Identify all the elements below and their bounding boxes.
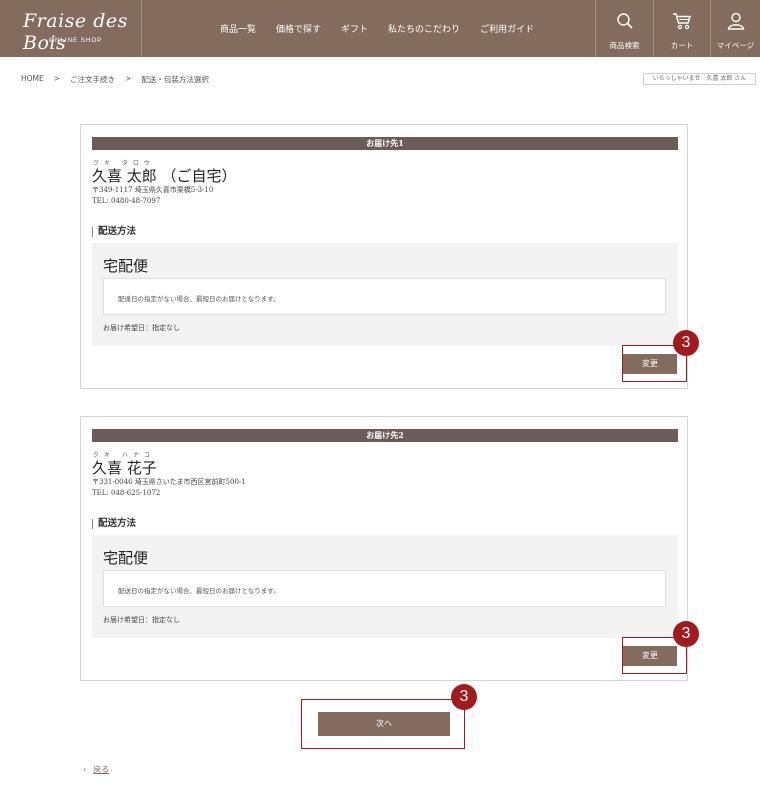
nav-item-guide[interactable]: ご利用ガイド [480,22,534,35]
back-label: 戻る [93,765,110,774]
breadcrumb: HOME > ご注文手続き > 配送・包装方法選択 [21,74,209,85]
annotation-badge: 3 [673,330,699,356]
site-header: Fraise des Bois ONLINE SHOP 商品一覧 価格で探す ギ… [0,0,760,57]
desired-date: お届け希望日：指定なし [103,616,180,624]
annotation-badge: 3 [673,621,699,647]
logo-sub-text: ONLINE SHOP [49,37,103,44]
delivery-heading: お届け先1 [92,137,678,150]
recipient-address: 〒331-0046 埼玉県さいたま市西区宮前町500-1 [92,478,246,486]
cart-label: カート [670,41,694,50]
delivery-heading: お届け先2 [92,429,678,442]
search-icon [616,13,633,29]
shipping-method-name: 宅配便 [103,257,149,275]
nav-item-gift[interactable]: ギフト [341,22,368,35]
mypage-button[interactable]: マイページ [710,0,760,57]
shipping-note: 配達日の指定がない場合、最短日のお届けとなります。 [103,278,666,315]
shipping-note: 配送日の指定がない場合、最短日のお届けとなります。 [103,570,666,607]
breadcrumb-checkout[interactable]: ご注文手続き [70,74,115,85]
shipping-section-title: 配送方法 [92,227,136,237]
recipient-address: 〒349-1117 埼玉県久喜市栗橋5-3-10 [92,186,214,194]
annotation-badge: 3 [451,684,477,710]
desired-date: お届け希望日：指定なし [103,324,180,332]
delivery-panel-1: お届け先1 クキ タロウ 久喜 太郎 （ご自宅） 〒349-1117 埼玉県久喜… [80,124,688,389]
search-label: 商品検索 [609,41,640,50]
user-icon [727,12,744,30]
shipping-section-title: 配送方法 [92,519,136,529]
next-button[interactable]: 次へ [318,712,450,736]
shipping-method-box: 宅配便 配達日の指定がない場合、最短日のお届けとなります。 お届け希望日：指定な… [92,243,678,346]
breadcrumb-separator: > [53,74,61,83]
shipping-method-name: 宅配便 [103,549,149,567]
search-button[interactable]: 商品検索 [595,0,653,57]
recipient-tel: TEL: 048-625-1072 [92,489,161,497]
breadcrumb-current: 配送・包装方法選択 [141,75,209,84]
back-link[interactable]: ‹ 戻る [83,764,109,775]
mypage-label: マイページ [716,41,755,50]
breadcrumb-separator: > [125,74,132,83]
global-nav: 商品一覧 価格で探す ギフト 私たちのこだわり ご利用ガイド [220,22,534,35]
cart-icon [673,13,691,30]
nav-item-products[interactable]: 商品一覧 [220,22,256,35]
nav-item-price[interactable]: 価格で探す [276,22,321,35]
recipient-name: 久喜 花子 [92,459,157,477]
recipient-tel: TEL: 0480-48-7097 [92,197,161,205]
breadcrumb-home[interactable]: HOME [21,74,44,85]
logo-main-text: Fraise des Bois [23,10,128,54]
cart-button[interactable]: カート [653,0,710,57]
greeting-badge: いらっしゃいませ 久喜 太郎 さん [643,73,756,85]
recipient-name: 久喜 太郎 （ご自宅） [92,167,237,185]
nav-item-commitment[interactable]: 私たちのこだわり [388,22,460,35]
chevron-left-icon: ‹ [83,765,87,774]
shipping-method-box: 宅配便 配送日の指定がない場合、最短日のお届けとなります。 お届け希望日：指定な… [92,535,678,638]
site-logo[interactable]: Fraise des Bois ONLINE SHOP [0,0,142,57]
delivery-panel-2: お届け先2 クキ ハナコ 久喜 花子 〒331-0046 埼玉県さいたま市西区宮… [80,416,688,681]
